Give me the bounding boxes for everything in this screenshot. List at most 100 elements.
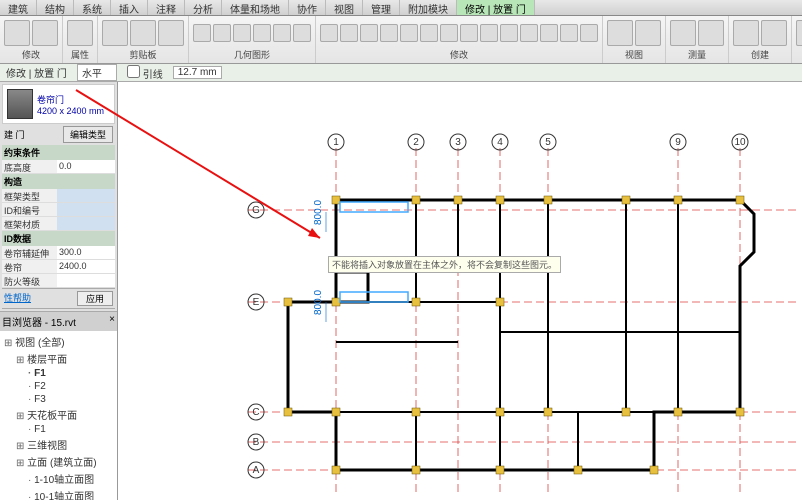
tab[interactable]: 管理 [363, 0, 400, 15]
tab[interactable]: 体量和场地 [222, 0, 289, 15]
svg-text:G: G [252, 205, 260, 216]
property-row[interactable]: 底高度0.0 [2, 160, 115, 174]
tree-node[interactable]: 10-1轴立面图 [2, 487, 115, 500]
ribbon-button[interactable] [460, 24, 478, 42]
ribbon-button[interactable] [580, 24, 598, 42]
ribbon-button[interactable] [400, 24, 418, 42]
ribbon-group-label: 视图 [607, 48, 661, 61]
leader-dim[interactable]: 12.7 mm [173, 66, 222, 79]
ribbon-button[interactable] [540, 24, 558, 42]
ribbon-button[interactable] [698, 20, 724, 46]
ribbon-button[interactable] [293, 24, 311, 42]
type-size: 4200 x 2400 mm [37, 106, 104, 116]
tree-node[interactable]: 三维视图 [2, 436, 115, 453]
tab[interactable]: 修改 | 放置 门 [457, 0, 535, 15]
ribbon-button[interactable] [253, 24, 271, 42]
ribbon-button[interactable] [340, 24, 358, 42]
ribbon-button[interactable] [560, 24, 578, 42]
ribbon-group-label: 测量 [670, 48, 724, 61]
orientation-label[interactable]: 水平 [77, 64, 117, 81]
property-row[interactable]: 框架材质 [2, 217, 115, 231]
tree-node[interactable]: F2 [2, 380, 115, 393]
ribbon-button[interactable] [320, 24, 338, 42]
ribbon-button[interactable] [635, 20, 661, 46]
tab[interactable]: 插入 [111, 0, 148, 15]
properties-help-link[interactable]: 性帮助 [4, 291, 31, 306]
property-row[interactable]: 防火等级 [2, 274, 115, 288]
svg-text:B: B [253, 437, 260, 448]
tab[interactable]: 结构 [37, 0, 74, 15]
family-name: 卷帘门 [37, 93, 104, 106]
ribbon-button[interactable] [796, 20, 802, 46]
ribbon-button[interactable] [360, 24, 378, 42]
svg-text:10: 10 [734, 137, 746, 148]
tab[interactable]: 分析 [185, 0, 222, 15]
tab[interactable]: 视图 [326, 0, 363, 15]
ribbon-group-label: 模式 [796, 48, 802, 61]
properties-grid: 约束条件底高度0.0构造框架类型ID和编号框架材质ID数据卷帘辅延伸300.0卷… [2, 145, 115, 288]
svg-text:A: A [253, 465, 260, 476]
ribbon-button[interactable] [420, 24, 438, 42]
ribbon-button[interactable] [158, 20, 184, 46]
tree-node[interactable]: 天花板平面 [2, 406, 115, 423]
warning-tooltip: 不能将插入对象放置在主体之外，将不会复制这些图元。 [328, 256, 561, 273]
tab[interactable]: 注释 [148, 0, 185, 15]
ribbon-button[interactable] [761, 20, 787, 46]
ribbon-button[interactable] [670, 20, 696, 46]
property-row[interactable]: ID和编号 [2, 203, 115, 217]
ribbon-button[interactable] [607, 20, 633, 46]
ribbon-group-label: 属性 [67, 48, 93, 61]
property-row[interactable]: 卷帘2400.0 [2, 260, 115, 274]
tree-node[interactable]: F1 [2, 423, 115, 436]
property-row[interactable]: 框架类型 [2, 189, 115, 203]
tree-node[interactable]: 视图 (全部) [2, 333, 115, 350]
ribbon-button[interactable] [233, 24, 251, 42]
tab[interactable]: 附加模块 [400, 0, 457, 15]
ribbon-button[interactable] [380, 24, 398, 42]
tab[interactable]: 建筑 [0, 0, 37, 15]
tab[interactable]: 系统 [74, 0, 111, 15]
options-bar: 修改 | 放置 门 水平 引线 12.7 mm [0, 64, 802, 82]
svg-text:C: C [252, 407, 259, 418]
ribbon-button[interactable] [500, 24, 518, 42]
ribbon-button[interactable] [213, 24, 231, 42]
tree-node[interactable]: F3 [2, 393, 115, 406]
left-panel: 卷帘门 4200 x 2400 mm 建 门 编辑类型 约束条件底高度0.0构造… [0, 82, 118, 500]
drawing-canvas[interactable]: 12345910GECBA800.0800.0 不能将插入对象放置在主体之外，将… [118, 82, 802, 500]
apply-button[interactable]: 应用 [77, 291, 113, 306]
ribbon-button[interactable] [480, 24, 498, 42]
property-row[interactable]: 卷帘辅延伸300.0 [2, 246, 115, 260]
ribbon-button[interactable] [130, 20, 156, 46]
edit-type-button[interactable]: 编辑类型 [63, 126, 113, 143]
ribbon-group-label: 修改 [320, 48, 598, 61]
svg-text:5: 5 [545, 137, 551, 148]
properties-palette: 卷帘门 4200 x 2400 mm 建 门 编辑类型 约束条件底高度0.0构造… [0, 82, 117, 312]
tree-node[interactable]: 1-10轴立面图 [2, 470, 115, 487]
leader-checkbox[interactable]: 引线 [127, 65, 163, 81]
ribbon-button[interactable] [440, 24, 458, 42]
ribbon-button[interactable] [733, 20, 759, 46]
svg-text:E: E [253, 297, 260, 308]
svg-text:9: 9 [675, 137, 681, 148]
ribbon-button[interactable] [67, 20, 93, 46]
svg-text:1: 1 [333, 137, 339, 148]
ribbon-group-label: 剪贴板 [102, 48, 184, 61]
project-browser[interactable]: 视图 (全部)楼层平面F1F2F3天花板平面F1三维视图立面 (建筑立面)1-1… [0, 331, 117, 500]
ribbon-button[interactable] [520, 24, 538, 42]
ribbon-button[interactable] [32, 20, 58, 46]
svg-text:4: 4 [497, 137, 503, 148]
tree-node[interactable]: 楼层平面 [2, 350, 115, 367]
tree-node[interactable]: F1 [2, 367, 115, 380]
tab[interactable]: 协作 [289, 0, 326, 15]
ribbon-button[interactable] [273, 24, 291, 42]
category-label: 建 门 [2, 126, 27, 143]
type-preview [7, 89, 33, 119]
ribbon-button[interactable] [193, 24, 211, 42]
svg-text:800.0: 800.0 [313, 200, 324, 225]
svg-text:2: 2 [413, 137, 419, 148]
ribbon-group-label: 创建 [733, 48, 787, 61]
tree-node[interactable]: 立面 (建筑立面) [2, 453, 115, 470]
type-selector[interactable]: 卷帘门 4200 x 2400 mm [2, 84, 115, 124]
ribbon-button[interactable] [102, 20, 128, 46]
ribbon-button[interactable] [4, 20, 30, 46]
